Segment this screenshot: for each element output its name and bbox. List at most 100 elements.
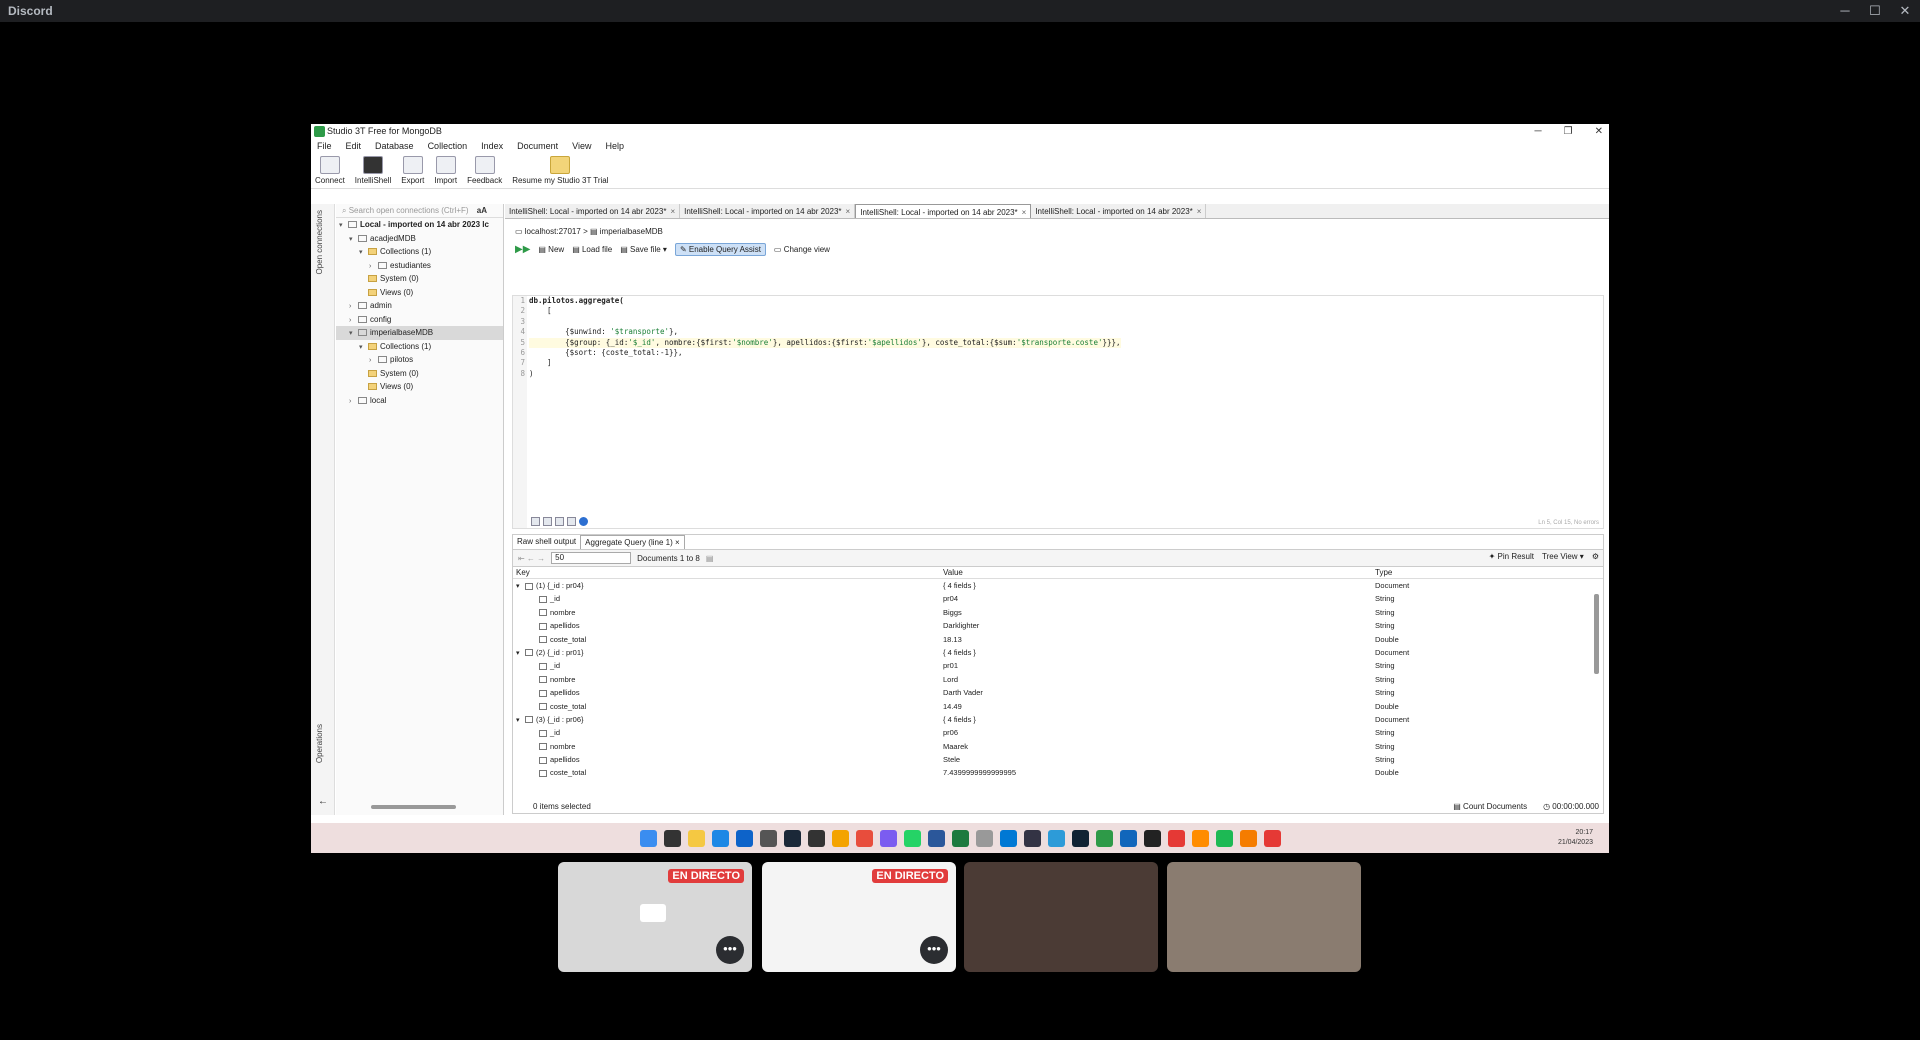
menu-item[interactable]: Help	[606, 139, 625, 153]
view-icon[interactable]	[531, 517, 540, 526]
code-line[interactable]: {$unwind: '$transporte'},	[529, 327, 1121, 337]
tab-intellishell[interactable]: IntelliShell: Local - imported on 14 abr…	[680, 204, 856, 218]
query-assist-button[interactable]: ✎ Enable Query Assist	[674, 242, 766, 256]
change-view-button[interactable]: ▭ Change view	[774, 245, 830, 254]
tree-node[interactable]: ▾ acadjedMDB	[336, 232, 503, 246]
breadcrumb-host[interactable]: localhost:27017	[525, 227, 581, 236]
code-line[interactable]: [	[529, 306, 1121, 316]
tree-node[interactable]: ▾ Collections (1)	[336, 340, 503, 354]
table-row[interactable]: _id pr04 String	[513, 592, 1603, 605]
s3-close-button[interactable]: ✕	[1595, 124, 1603, 139]
taskbar-app-icon[interactable]	[1047, 829, 1065, 847]
menu-item[interactable]: Database	[375, 139, 414, 153]
expander-icon[interactable]: ▾	[359, 246, 368, 260]
taskbar-app-icon[interactable]	[1191, 829, 1209, 847]
expander-icon[interactable]: ▾	[349, 233, 358, 247]
participant-tile[interactable]: EN DIRECTO •••	[762, 862, 956, 972]
s3-minimize-button[interactable]: ─	[1535, 124, 1542, 139]
taskbar-app-icon[interactable]	[951, 829, 969, 847]
tree-node[interactable]: System (0)	[336, 272, 503, 286]
s3-restore-button[interactable]: ❐	[1564, 124, 1573, 139]
tree-node[interactable]: ▾ Local - imported on 14 abr 2023 lc	[336, 218, 503, 232]
toolbar-button[interactable]: Resume my Studio 3T Trial	[512, 153, 609, 185]
taskbar-app-icon[interactable]	[1095, 829, 1113, 847]
close-icon[interactable]: ×	[1022, 208, 1027, 217]
save-file-button[interactable]: ▤ Save file ▾	[620, 245, 667, 254]
table-row[interactable]: ▾ (1) {_id : pr04} { 4 fields } Document	[513, 579, 1603, 592]
tree-search-input[interactable]: ⌕ Search open connections (Ctrl+F) aA	[336, 204, 503, 218]
tree-node[interactable]: › admin	[336, 299, 503, 313]
minimize-button[interactable]: ─	[1830, 0, 1860, 22]
taskbar-app-icon[interactable]	[687, 829, 705, 847]
taskbar-app-icon[interactable]	[1071, 829, 1089, 847]
expander-icon[interactable]: ›	[369, 354, 378, 368]
key-header[interactable]: Key	[513, 567, 943, 578]
close-icon[interactable]: ×	[1197, 207, 1202, 216]
taskbar-app-icon[interactable]	[927, 829, 945, 847]
tab-intellishell[interactable]: IntelliShell: Local - imported on 14 abr…	[855, 204, 1032, 218]
query-profile-icon[interactable]: ▤	[706, 554, 714, 563]
view-mode-select[interactable]: Tree View ▾	[1542, 552, 1584, 561]
gear-icon[interactable]: ⚙	[1592, 552, 1599, 561]
code-line[interactable]: {$group: {_id:'$_id', nombre:{$first:'$n…	[529, 337, 1121, 348]
tab-intellishell[interactable]: IntelliShell: Local - imported on 14 abr…	[1031, 204, 1207, 218]
operations-tab[interactable]: Operations	[315, 724, 324, 763]
expander-icon[interactable]: ›	[349, 300, 358, 314]
case-toggle[interactable]: aA	[477, 206, 487, 215]
type-header[interactable]: Type	[1375, 567, 1585, 578]
pin-result-button[interactable]: ✦ Pin Result	[1489, 552, 1534, 561]
code-editor[interactable]: 12345678 db.pilotos.aggregate( [ {$unwin…	[512, 295, 1604, 529]
results-scrollbar[interactable]	[1594, 594, 1599, 674]
taskbar-app-icon[interactable]	[735, 829, 753, 847]
tree-node[interactable]: › pilotos	[336, 353, 503, 367]
code-line[interactable]: ]	[529, 358, 1121, 368]
participant-tile[interactable]	[964, 862, 1158, 972]
table-row[interactable]: apellidos Stele String	[513, 753, 1603, 766]
taskbar-app-icon[interactable]	[663, 829, 681, 847]
code-line[interactable]: db.pilotos.aggregate(	[529, 296, 1121, 306]
table-row[interactable]: ▾ (2) {_id : pr01} { 4 fields } Document	[513, 646, 1603, 659]
tab-intellishell[interactable]: IntelliShell: Local - imported on 14 abr…	[505, 204, 681, 218]
close-icon[interactable]: ×	[670, 207, 675, 216]
page-size-select[interactable]: 50	[551, 552, 632, 564]
screen-share[interactable]: Studio 3T Free for MongoDB ─ ❐ ✕ File Edi…	[311, 124, 1609, 853]
toolbar-button[interactable]: IntelliShell	[355, 153, 391, 185]
aggregate-tab[interactable]: Aggregate Query (line 1) ×	[580, 535, 685, 549]
expander-icon[interactable]: ›	[349, 395, 358, 409]
new-button[interactable]: ▤ New	[538, 245, 564, 254]
code-line[interactable]	[529, 317, 1121, 327]
taskbar-app-icon[interactable]	[1023, 829, 1041, 847]
taskbar-app-icon[interactable]	[879, 829, 897, 847]
close-icon[interactable]: ×	[675, 538, 680, 547]
taskbar-app-icon[interactable]	[711, 829, 729, 847]
tree-node[interactable]: ▾ imperialbaseMDB	[336, 326, 503, 340]
table-row[interactable]: _id pr06 String	[513, 726, 1603, 739]
table-row[interactable]: coste_total 7.4399999999999995 Double	[513, 766, 1603, 779]
menu-item[interactable]: Document	[517, 139, 558, 153]
menu-item[interactable]: Edit	[346, 139, 362, 153]
participant-tile[interactable]	[1167, 862, 1361, 972]
taskbar-app-icon[interactable]	[903, 829, 921, 847]
table-row[interactable]: ▾ (3) {_id : pr06} { 4 fields } Document	[513, 713, 1603, 726]
taskbar-app-icon[interactable]	[1263, 829, 1281, 847]
taskbar-app-icon[interactable]	[1167, 829, 1185, 847]
taskbar-app-icon[interactable]	[1143, 829, 1161, 847]
load-file-button[interactable]: ▤ Load file	[572, 245, 612, 254]
view-icon[interactable]	[567, 517, 576, 526]
code-line[interactable]: {$sort: {coste_total:-1}},	[529, 348, 1121, 358]
table-row[interactable]: coste_total 14.49 Double	[513, 700, 1603, 713]
help-icon[interactable]	[579, 517, 588, 526]
taskbar-app-icon[interactable]	[831, 829, 849, 847]
taskbar-app-icon[interactable]	[975, 829, 993, 847]
more-options-button[interactable]: •••	[716, 936, 744, 964]
table-row[interactable]: apellidos Darth Vader String	[513, 686, 1603, 699]
table-row[interactable]: nombre Lord String	[513, 673, 1603, 686]
menu-item[interactable]: Index	[481, 139, 503, 153]
taskbar-app-icon[interactable]	[1239, 829, 1257, 847]
expander-icon[interactable]: ▾	[516, 647, 525, 660]
table-row[interactable]: apellidos Darklighter String	[513, 619, 1603, 632]
toolbar-button[interactable]: Import	[434, 153, 457, 185]
taskbar-app-icon[interactable]	[1215, 829, 1233, 847]
toolbar-button[interactable]: Connect	[315, 153, 345, 185]
tree-node[interactable]: System (0)	[336, 367, 503, 381]
